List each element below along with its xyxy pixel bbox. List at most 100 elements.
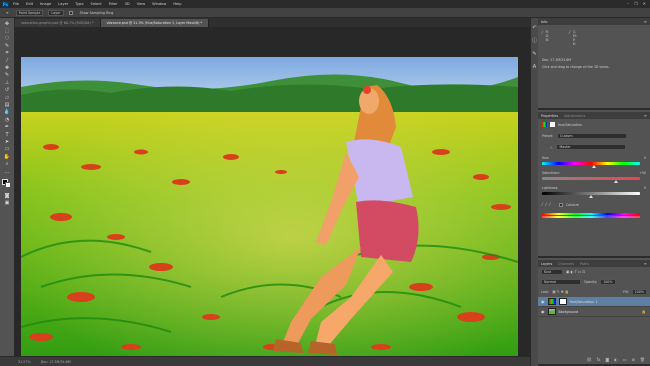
delete-layer-icon[interactable]: 🗑 [640, 357, 645, 362]
add-mask-icon[interactable]: ◙ [605, 357, 609, 362]
opacity-field[interactable]: 100% [600, 279, 616, 285]
background-color-swatch[interactable] [5, 182, 11, 189]
layer-style-icon[interactable]: fx [597, 357, 601, 362]
menu-file[interactable]: File [13, 2, 19, 6]
tool-preset-icon[interactable]: ✒ [4, 10, 11, 16]
eyedropper-minus-icon[interactable]: ⁄ [549, 202, 550, 207]
new-group-icon[interactable]: ▭ [623, 357, 627, 362]
lightness-slider[interactable] [542, 192, 640, 198]
lightness-value[interactable]: 0 [644, 186, 646, 190]
lock-icon: 🔒 [641, 309, 646, 314]
link-layers-icon[interactable]: ⛓ [587, 357, 592, 362]
type-icon[interactable]: T [3, 132, 12, 138]
filter-icons[interactable]: ▣ ◐ T ▭ ⊡ [566, 270, 585, 274]
menu-layer[interactable]: Layer [58, 2, 68, 6]
layer-name[interactable]: Hue/Saturation 1 [570, 300, 598, 304]
filter-kind-select[interactable]: Kind [541, 269, 563, 275]
character-icon[interactable]: A [532, 65, 537, 70]
layer-mask-thumbnail[interactable] [558, 298, 567, 305]
rgb-readout: R: G: B: [545, 30, 550, 42]
colorize-checkbox[interactable] [559, 202, 564, 207]
brush-presets-icon[interactable]: ✎ [532, 52, 537, 57]
new-adjustment-icon[interactable]: ◐ [614, 357, 618, 362]
tab-adjustments[interactable]: Adjustments [564, 114, 585, 118]
lightness-slider-thumb[interactable] [589, 195, 593, 198]
menu-filter[interactable]: Filter [109, 2, 118, 6]
brush-icon[interactable]: ✎ [3, 73, 12, 79]
path-select-icon[interactable]: ➤ [3, 139, 12, 145]
sample-mode-select[interactable]: Layer [48, 9, 64, 16]
tab-paths[interactable]: Paths [580, 262, 589, 266]
preset-select[interactable]: Custom [557, 133, 628, 139]
history-brush-icon[interactable]: ↺ [3, 88, 12, 94]
lasso-icon[interactable]: ◌ [3, 36, 12, 42]
layer-row[interactable]: ◉ Background 🔒 [538, 307, 650, 317]
blur-icon[interactable]: 💧 [3, 110, 12, 116]
pen-icon[interactable]: ✒ [3, 124, 12, 130]
canvas-area[interactable] [15, 27, 530, 364]
sample-size-select[interactable]: Point Sample [15, 9, 44, 16]
tab-vibrance[interactable]: vibrance.psd @ 31.3% (Hue/Saturation 1, … [100, 19, 210, 27]
panel-menu-icon[interactable]: ≡ [644, 19, 647, 24]
tab-channels[interactable]: Channels [558, 262, 574, 266]
fill-field[interactable]: 100% [631, 289, 647, 295]
clone-stamp-icon[interactable]: ⊥ [3, 80, 12, 86]
more-tools-icon[interactable]: … [3, 169, 12, 175]
menu-view[interactable]: View [137, 2, 146, 6]
menu-image[interactable]: Image [40, 2, 51, 6]
layer-name[interactable]: Background [559, 310, 579, 314]
hand-icon[interactable]: ✋ [3, 154, 12, 160]
layer-row[interactable]: ◉ Hue/Saturation 1 [538, 297, 650, 307]
menu-select[interactable]: Select [91, 2, 102, 6]
eyedropper-plus-icon[interactable]: ⁄ [546, 202, 547, 207]
new-layer-icon[interactable]: ⊞ [632, 357, 635, 362]
zoom-level[interactable]: 31.27% [18, 360, 31, 364]
screen-mode-icon[interactable]: ▣ [3, 201, 12, 207]
channel-select[interactable]: Master [556, 144, 627, 150]
visibility-eye-icon[interactable]: ◉ [541, 309, 545, 314]
document-image[interactable] [21, 57, 518, 364]
panel-menu-icon[interactable]: ≡ [644, 261, 647, 266]
menu-window[interactable]: Window [152, 2, 166, 6]
quick-select-icon[interactable]: ✎ [3, 43, 12, 49]
history-icon[interactable]: ↶ [532, 26, 537, 31]
show-ring-label: Show Sampling Ring [79, 10, 114, 15]
panel-menu-icon[interactable]: ≡ [644, 113, 647, 118]
close-icon[interactable]: ✕ [643, 1, 646, 6]
hue-value[interactable]: 0 [644, 156, 646, 160]
restore-icon[interactable]: ❐ [634, 1, 638, 6]
rectangle-icon[interactable]: ▭ [3, 147, 12, 153]
healing-icon[interactable]: ✚ [3, 65, 12, 71]
eraser-icon[interactable]: ▱ [3, 95, 12, 101]
document-tab-bar: saturation-graphic.psd @ 66.7% (RGB/8#) … [15, 18, 530, 27]
info-icon[interactable]: ⓘ [532, 39, 537, 44]
gradient-icon[interactable]: ▤ [3, 102, 12, 108]
menu-edit[interactable]: Edit [26, 2, 33, 6]
eyedropper-icon[interactable]: ⁄ [542, 202, 543, 207]
show-ring-checkbox[interactable] [68, 10, 73, 15]
mask-icon[interactable] [550, 122, 555, 127]
blend-mode-select[interactable]: Normal [541, 279, 581, 285]
tab-properties[interactable]: Properties [541, 114, 558, 118]
tab-saturation-graphic[interactable]: saturation-graphic.psd @ 66.7% (RGB/8#) … [15, 19, 101, 27]
move-icon[interactable]: ✥ [3, 21, 12, 27]
zoom-icon[interactable]: ⌕ [3, 161, 12, 167]
crop-icon[interactable]: ⌗ [3, 51, 12, 57]
menu-3d[interactable]: 3D [125, 2, 130, 6]
quick-mask-icon[interactable]: ◙ [3, 193, 12, 199]
tab-info[interactable]: Info [541, 20, 547, 24]
info-hint: Click and drag to change all the 3D view… [542, 65, 610, 69]
saturation-value[interactable]: +50 [639, 171, 646, 175]
marquee-icon[interactable]: ⬚ [3, 28, 12, 34]
minimize-icon[interactable]: – [627, 1, 629, 6]
hand-adjust-icon[interactable]: ☝ [550, 145, 552, 150]
visibility-eye-icon[interactable]: ◉ [541, 299, 545, 304]
color-swatches[interactable] [2, 179, 12, 189]
menu-type[interactable]: Type [75, 2, 83, 6]
eyedropper-icon[interactable]: ⁄ [3, 58, 12, 64]
lock-icons[interactable]: ▦ ✎ ✥ 🔒 [552, 290, 569, 294]
menu-help[interactable]: Help [173, 2, 181, 6]
status-bar: 31.27% Doc: 17.3M/34.6M [0, 356, 530, 366]
dodge-icon[interactable]: ◔ [3, 117, 12, 123]
tab-layers[interactable]: Layers [541, 262, 552, 266]
